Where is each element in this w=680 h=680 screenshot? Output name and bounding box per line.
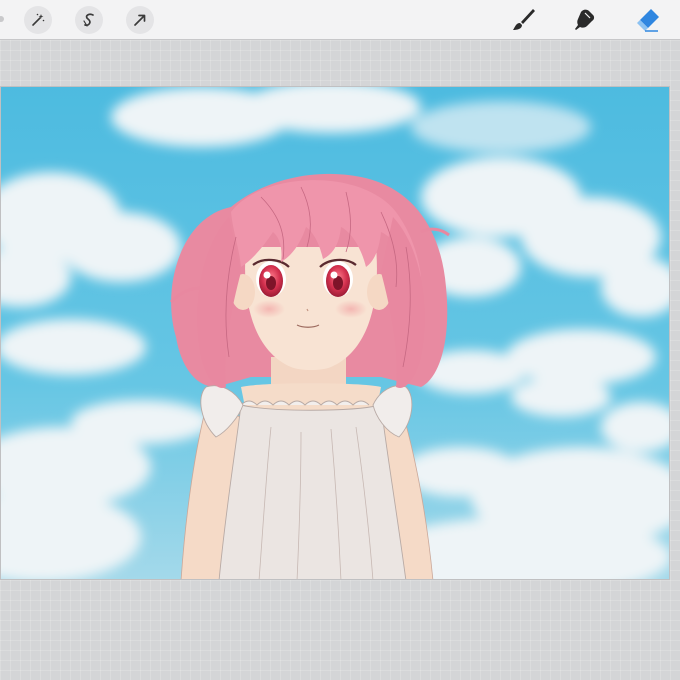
arrow-cursor-icon xyxy=(134,14,146,26)
smudge-finger-icon xyxy=(575,9,595,30)
smudge-button[interactable] xyxy=(569,4,601,36)
s-curve-icon xyxy=(83,13,94,27)
artwork-canvas[interactable] xyxy=(0,86,670,580)
brush-icon xyxy=(513,9,535,30)
right-cheek-blush xyxy=(335,300,367,318)
artwork-illustration xyxy=(1,87,669,579)
magic-wand-icon xyxy=(32,13,45,26)
dress xyxy=(218,404,407,579)
selection-button[interactable] xyxy=(75,6,103,34)
top-toolbar xyxy=(0,0,680,40)
transform-button[interactable] xyxy=(126,6,154,34)
left-cheek-blush xyxy=(253,300,285,318)
brush-button[interactable] xyxy=(507,4,539,36)
eraser-icon xyxy=(637,9,659,32)
adjustments-button[interactable] xyxy=(24,6,52,34)
drawing-app-window xyxy=(0,0,680,680)
gallery-edge-indicator[interactable] xyxy=(0,16,4,22)
chest xyxy=(241,383,381,412)
eraser-button[interactable] xyxy=(632,4,664,36)
